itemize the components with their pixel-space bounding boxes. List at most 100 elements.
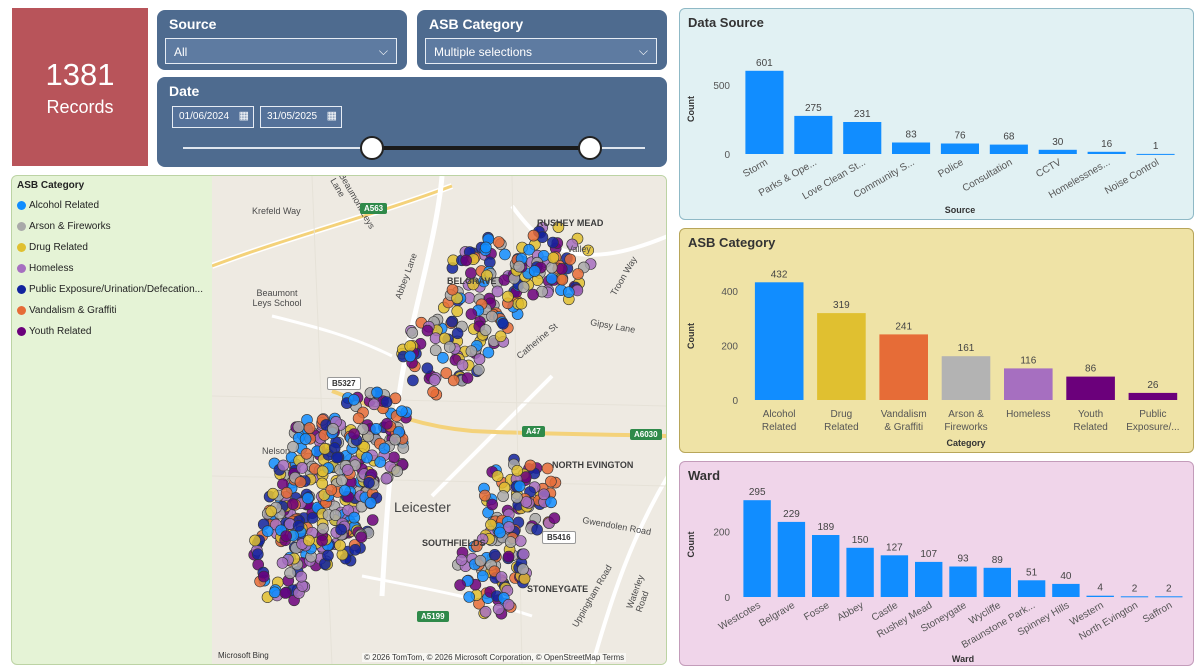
- incident-marker[interactable]: [495, 571, 508, 583]
- incident-marker[interactable]: [548, 512, 561, 525]
- incident-marker[interactable]: [421, 362, 434, 375]
- incident-marker[interactable]: [325, 484, 337, 496]
- incident-marker[interactable]: [463, 591, 476, 603]
- incident-marker[interactable]: [396, 405, 408, 417]
- incident-marker[interactable]: [366, 514, 379, 526]
- data-source-bar-chart[interactable]: 0500Count601Storm275Parks & Ope...231Lov…: [680, 9, 1195, 221]
- incident-marker[interactable]: [421, 324, 434, 337]
- bar[interactable]: [1066, 376, 1115, 400]
- incident-marker[interactable]: [564, 253, 577, 266]
- bar[interactable]: [1120, 596, 1149, 598]
- legend-item[interactable]: Alcohol Related: [17, 195, 212, 216]
- incident-marker[interactable]: [427, 386, 439, 398]
- bar[interactable]: [941, 356, 991, 400]
- bar[interactable]: [743, 500, 771, 597]
- incident-marker[interactable]: [491, 470, 504, 482]
- incident-marker[interactable]: [451, 305, 463, 317]
- incident-marker[interactable]: [257, 570, 270, 583]
- incident-marker[interactable]: [511, 464, 524, 477]
- incident-marker[interactable]: [303, 534, 315, 547]
- incident-marker[interactable]: [276, 557, 289, 569]
- bar[interactable]: [892, 142, 931, 155]
- incident-marker[interactable]: [492, 603, 505, 615]
- incident-map[interactable]: Krefeld Way Beaumont Leys Lane Abbey Lan…: [212, 176, 666, 664]
- incident-marker[interactable]: [280, 530, 292, 542]
- incident-marker[interactable]: [388, 451, 400, 464]
- bar[interactable]: [846, 547, 874, 597]
- source-dropdown[interactable]: All ⌵: [165, 38, 397, 64]
- bar[interactable]: [1004, 368, 1053, 400]
- incident-marker[interactable]: [406, 327, 419, 339]
- bar[interactable]: [754, 282, 804, 400]
- incident-marker[interactable]: [292, 421, 305, 433]
- incident-marker[interactable]: [328, 442, 341, 454]
- incident-marker[interactable]: [299, 433, 312, 445]
- incident-marker[interactable]: [517, 281, 530, 293]
- incident-marker[interactable]: [527, 288, 539, 301]
- incident-marker[interactable]: [461, 372, 474, 384]
- bar[interactable]: [949, 566, 977, 598]
- bar[interactable]: [1136, 153, 1175, 155]
- incident-marker[interactable]: [494, 526, 506, 539]
- incident-marker[interactable]: [322, 549, 334, 562]
- date-range-track[interactable]: [183, 146, 645, 150]
- incident-marker[interactable]: [348, 394, 360, 406]
- incident-marker[interactable]: [446, 315, 458, 328]
- incident-marker[interactable]: [556, 273, 569, 286]
- incident-marker[interactable]: [480, 241, 492, 254]
- incident-marker[interactable]: [562, 286, 575, 298]
- legend-item[interactable]: Homeless: [17, 258, 212, 279]
- ward-bar-chart[interactable]: 0 200 Count 295 Westcotes 229 Belgrave 189 Fosse…: [680, 462, 1195, 667]
- date-start-handle[interactable]: [360, 136, 385, 160]
- incident-marker[interactable]: [502, 598, 515, 611]
- incident-marker[interactable]: [451, 327, 464, 340]
- incident-marker[interactable]: [279, 587, 292, 599]
- incident-marker[interactable]: [494, 330, 507, 343]
- bar[interactable]: [1086, 595, 1114, 597]
- incident-marker[interactable]: [319, 442, 331, 455]
- incident-marker[interactable]: [364, 496, 377, 509]
- incident-marker[interactable]: [339, 484, 351, 497]
- incident-marker[interactable]: [486, 310, 498, 323]
- incident-marker[interactable]: [381, 418, 393, 430]
- incident-marker[interactable]: [492, 236, 505, 248]
- bar[interactable]: [1087, 151, 1126, 154]
- bar[interactable]: [745, 70, 784, 154]
- bar[interactable]: [843, 122, 882, 154]
- incident-marker[interactable]: [327, 423, 339, 435]
- bar[interactable]: [817, 313, 866, 400]
- incident-marker[interactable]: [331, 451, 343, 464]
- incident-marker[interactable]: [472, 364, 485, 376]
- legend-item[interactable]: Arson & Fireworks: [17, 216, 212, 237]
- incident-marker[interactable]: [265, 505, 278, 518]
- incident-marker[interactable]: [363, 476, 375, 489]
- incident-marker[interactable]: [355, 531, 368, 544]
- incident-marker[interactable]: [455, 554, 468, 566]
- incident-marker[interactable]: [261, 525, 274, 538]
- incident-marker[interactable]: [499, 248, 511, 261]
- bar[interactable]: [940, 143, 979, 155]
- incident-marker[interactable]: [479, 605, 492, 618]
- incident-marker[interactable]: [284, 567, 296, 579]
- incident-marker[interactable]: [352, 412, 365, 425]
- incident-marker[interactable]: [460, 254, 472, 267]
- bar[interactable]: [989, 144, 1028, 154]
- incident-marker[interactable]: [277, 459, 290, 472]
- incident-marker[interactable]: [476, 570, 489, 582]
- incident-marker[interactable]: [374, 456, 386, 468]
- incident-marker[interactable]: [334, 539, 346, 552]
- incident-marker[interactable]: [329, 509, 342, 522]
- incident-marker[interactable]: [514, 535, 527, 547]
- incident-marker[interactable]: [378, 442, 391, 455]
- bar[interactable]: [879, 334, 928, 400]
- incident-marker[interactable]: [404, 340, 416, 352]
- incident-marker[interactable]: [380, 396, 393, 408]
- incident-marker[interactable]: [497, 490, 509, 502]
- incident-marker[interactable]: [389, 433, 401, 446]
- bar[interactable]: [1038, 149, 1077, 154]
- bar[interactable]: [1017, 580, 1046, 597]
- bar[interactable]: [1155, 596, 1183, 598]
- incident-marker[interactable]: [302, 492, 314, 505]
- incident-marker[interactable]: [371, 386, 383, 399]
- incident-marker[interactable]: [524, 459, 537, 472]
